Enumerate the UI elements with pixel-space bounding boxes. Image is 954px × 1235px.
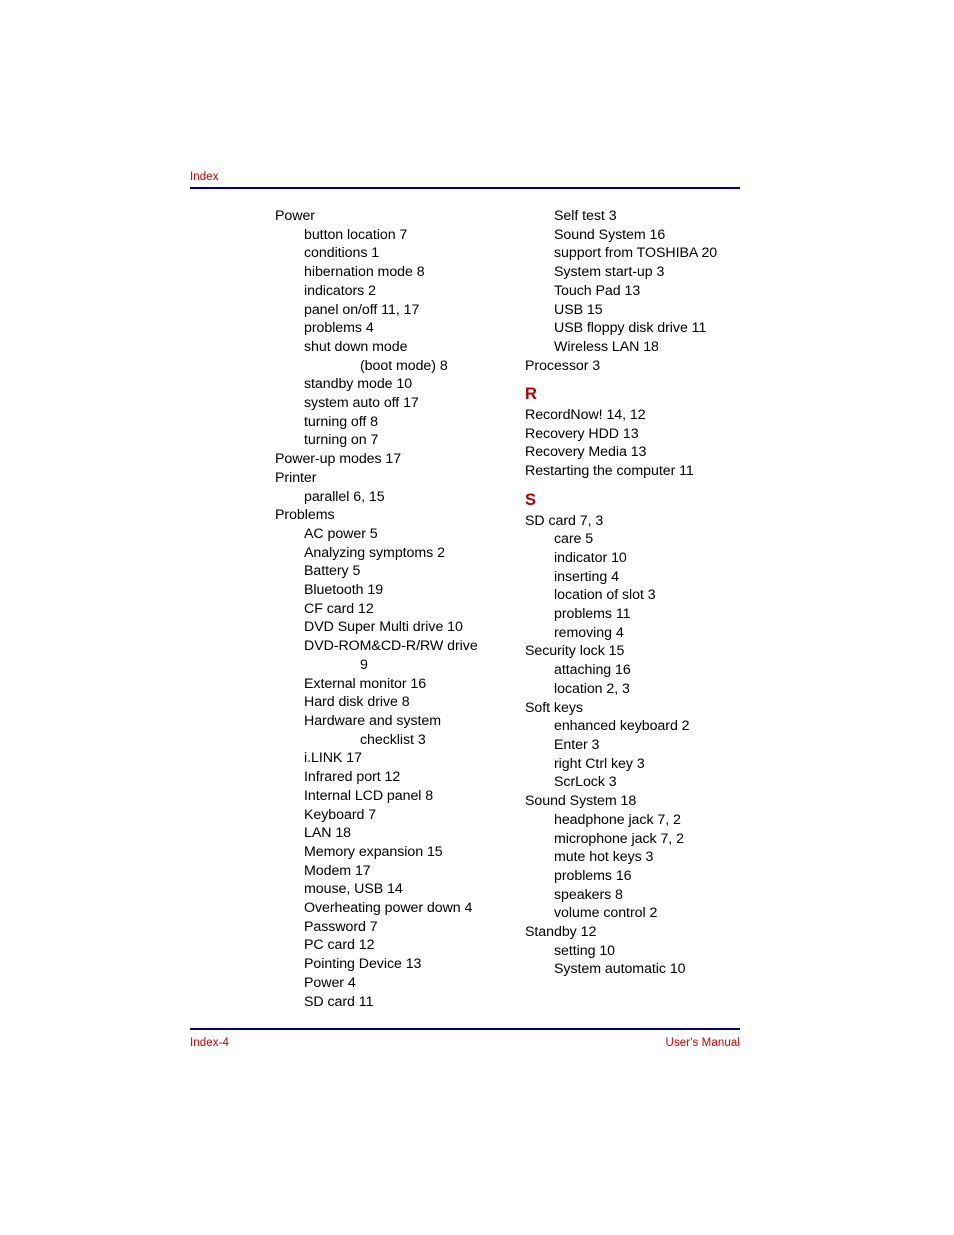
index-subentry: System automatic 10 bbox=[554, 961, 686, 978]
index-subentry: Battery 5 bbox=[304, 563, 361, 580]
index-entry: Recovery HDD 13 bbox=[525, 425, 639, 442]
index-subentry: Self test 3 bbox=[554, 208, 617, 224]
index-entry: Recovery Media 13 bbox=[525, 444, 647, 461]
index-body: Power button location 7 conditions 1 hibern… bbox=[190, 207, 740, 1011]
index-subentry: location 2, 3 bbox=[554, 680, 630, 697]
index-entry: Security lock 15 bbox=[525, 643, 625, 660]
index-subentry: setting 10 bbox=[554, 942, 616, 959]
index-entry: Printer bbox=[275, 469, 317, 486]
footer-row: Index-4 User's Manual bbox=[190, 1036, 740, 1050]
index-subentry: Internal LCD panel 8 bbox=[304, 787, 434, 804]
index-entry: SD card 7, 3 bbox=[525, 512, 604, 529]
index-subentry: support from TOSHIBA 20 bbox=[554, 245, 718, 262]
index-subentry: Overheating power down 4 bbox=[304, 900, 473, 917]
index-subentry: DVD Super Multi drive 10 bbox=[304, 619, 463, 636]
index-subentry: Sound System 16 bbox=[554, 226, 666, 243]
index-subentry: ScrLock 3 bbox=[554, 774, 617, 791]
index-subentry: SD card 11 bbox=[304, 993, 374, 1010]
index-subentry: indicators 2 bbox=[304, 282, 376, 299]
index-subentry: Touch Pad 13 bbox=[554, 282, 641, 299]
index-section-letter: S bbox=[525, 490, 537, 509]
page-footer: Index-4 User's Manual bbox=[190, 1028, 740, 1050]
index-subentry: Hardware and system bbox=[304, 712, 442, 729]
index-subentry: i.LINK 17 bbox=[304, 750, 362, 767]
index-entry: Sound System 18 bbox=[525, 793, 637, 810]
index-subentry: Power 4 bbox=[304, 974, 356, 991]
index-subentry: Pointing Device 13 bbox=[304, 956, 422, 973]
index-subentry: CF card 12 bbox=[304, 600, 374, 617]
index-subentry: Analyzing symptoms 2 bbox=[304, 544, 445, 561]
index-subentry: mouse, USB 14 bbox=[304, 881, 403, 898]
index-subentry: AC power 5 bbox=[304, 525, 378, 542]
index-entry: Soft keys bbox=[525, 699, 583, 716]
index-entry: Processor 3 bbox=[525, 357, 601, 374]
index-subentry: volume control 2 bbox=[554, 905, 658, 922]
index-subentry: microphone jack 7, 2 bbox=[554, 830, 684, 847]
index-column-right: Self test 3 Sound System 16 support from T… bbox=[525, 207, 765, 979]
index-subentry: System start-up 3 bbox=[554, 264, 665, 281]
index-column-left: Power button location 7 conditions 1 hibern… bbox=[275, 207, 515, 1011]
index-subentry: right Ctrl key 3 bbox=[554, 755, 645, 772]
index-subentry: Memory expansion 15 bbox=[304, 843, 443, 860]
index-subentry: care 5 bbox=[554, 531, 594, 548]
index-subentry: Hard disk drive 8 bbox=[304, 694, 410, 711]
index-subentry: hibernation mode 8 bbox=[304, 264, 425, 281]
index-subentry: removing 4 bbox=[554, 624, 624, 641]
index-entry: Problems bbox=[275, 507, 335, 524]
footer-page-number: Index-4 bbox=[190, 1037, 230, 1049]
index-subentry: PC card 12 bbox=[304, 937, 375, 954]
index-subentry: External monitor 16 bbox=[304, 675, 427, 692]
index-subentry: enhanced keyboard 2 bbox=[554, 718, 690, 735]
index-subentry: attaching 16 bbox=[554, 662, 631, 679]
index-subentry: LAN 18 bbox=[304, 825, 352, 842]
header-label: Index bbox=[190, 171, 219, 183]
index-subentry: parallel 6, 15 bbox=[304, 488, 385, 505]
index-subentry: USB floppy disk drive 11 bbox=[554, 320, 707, 337]
index-subentry: mute hot keys 3 bbox=[554, 849, 654, 866]
index-subentry: shut down mode bbox=[304, 338, 408, 355]
index-subentry: problems 16 bbox=[554, 867, 632, 884]
index-subentry: location of slot 3 bbox=[554, 587, 656, 604]
index-subentry: Enter 3 bbox=[554, 736, 600, 753]
index-subentry: Password 7 bbox=[304, 918, 378, 935]
header-rule bbox=[190, 187, 740, 189]
index-subentry: speakers 8 bbox=[554, 886, 623, 903]
index-subentry: problems 4 bbox=[304, 320, 374, 337]
footer-manual-title: User's Manual bbox=[665, 1037, 740, 1049]
index-subentry: Modem 17 bbox=[304, 862, 371, 879]
index-subentry: Keyboard 7 bbox=[304, 806, 377, 823]
page-header: Index bbox=[190, 170, 740, 189]
index-entry: Power bbox=[275, 208, 315, 224]
index-entry: RecordNow! 14, 12 bbox=[525, 407, 646, 424]
index-entry: Standby 12 bbox=[525, 924, 597, 941]
index-section-letter: R bbox=[525, 385, 538, 404]
index-subentry: Infrared port 12 bbox=[304, 769, 401, 786]
index-subentry: Bluetooth 19 bbox=[304, 582, 384, 599]
index-subentry: conditions 1 bbox=[304, 245, 380, 262]
index-page: Index Power button location 7 conditions 1… bbox=[190, 0, 740, 1235]
index-subentry: checklist 3 bbox=[360, 731, 426, 748]
index-subentry: USB 15 bbox=[554, 301, 603, 318]
index-subentry: standby mode 10 bbox=[304, 376, 413, 393]
index-subentry: turning on 7 bbox=[304, 432, 379, 449]
index-subentry: problems 11 bbox=[554, 606, 631, 623]
index-subentry: system auto off 17 bbox=[304, 395, 419, 412]
index-entry: Power-up modes 17 bbox=[275, 451, 402, 468]
index-subentry: button location 7 bbox=[304, 226, 408, 243]
index-subentry: DVD-ROM&CD-R/RW drive bbox=[304, 638, 478, 655]
index-subentry: Wireless LAN 18 bbox=[554, 338, 659, 355]
index-subentry: 9 bbox=[360, 656, 368, 673]
index-entry: Restarting the computer 11 bbox=[525, 463, 694, 480]
index-subentry: turning off 8 bbox=[304, 413, 379, 430]
index-subentry: (boot mode) 8 bbox=[360, 357, 448, 374]
index-subentry: panel on/off 11, 17 bbox=[304, 301, 420, 318]
index-subentry: inserting 4 bbox=[554, 568, 619, 585]
footer-rule bbox=[190, 1028, 740, 1030]
index-subentry: indicator 10 bbox=[554, 549, 627, 566]
index-subentry: headphone jack 7, 2 bbox=[554, 811, 681, 828]
